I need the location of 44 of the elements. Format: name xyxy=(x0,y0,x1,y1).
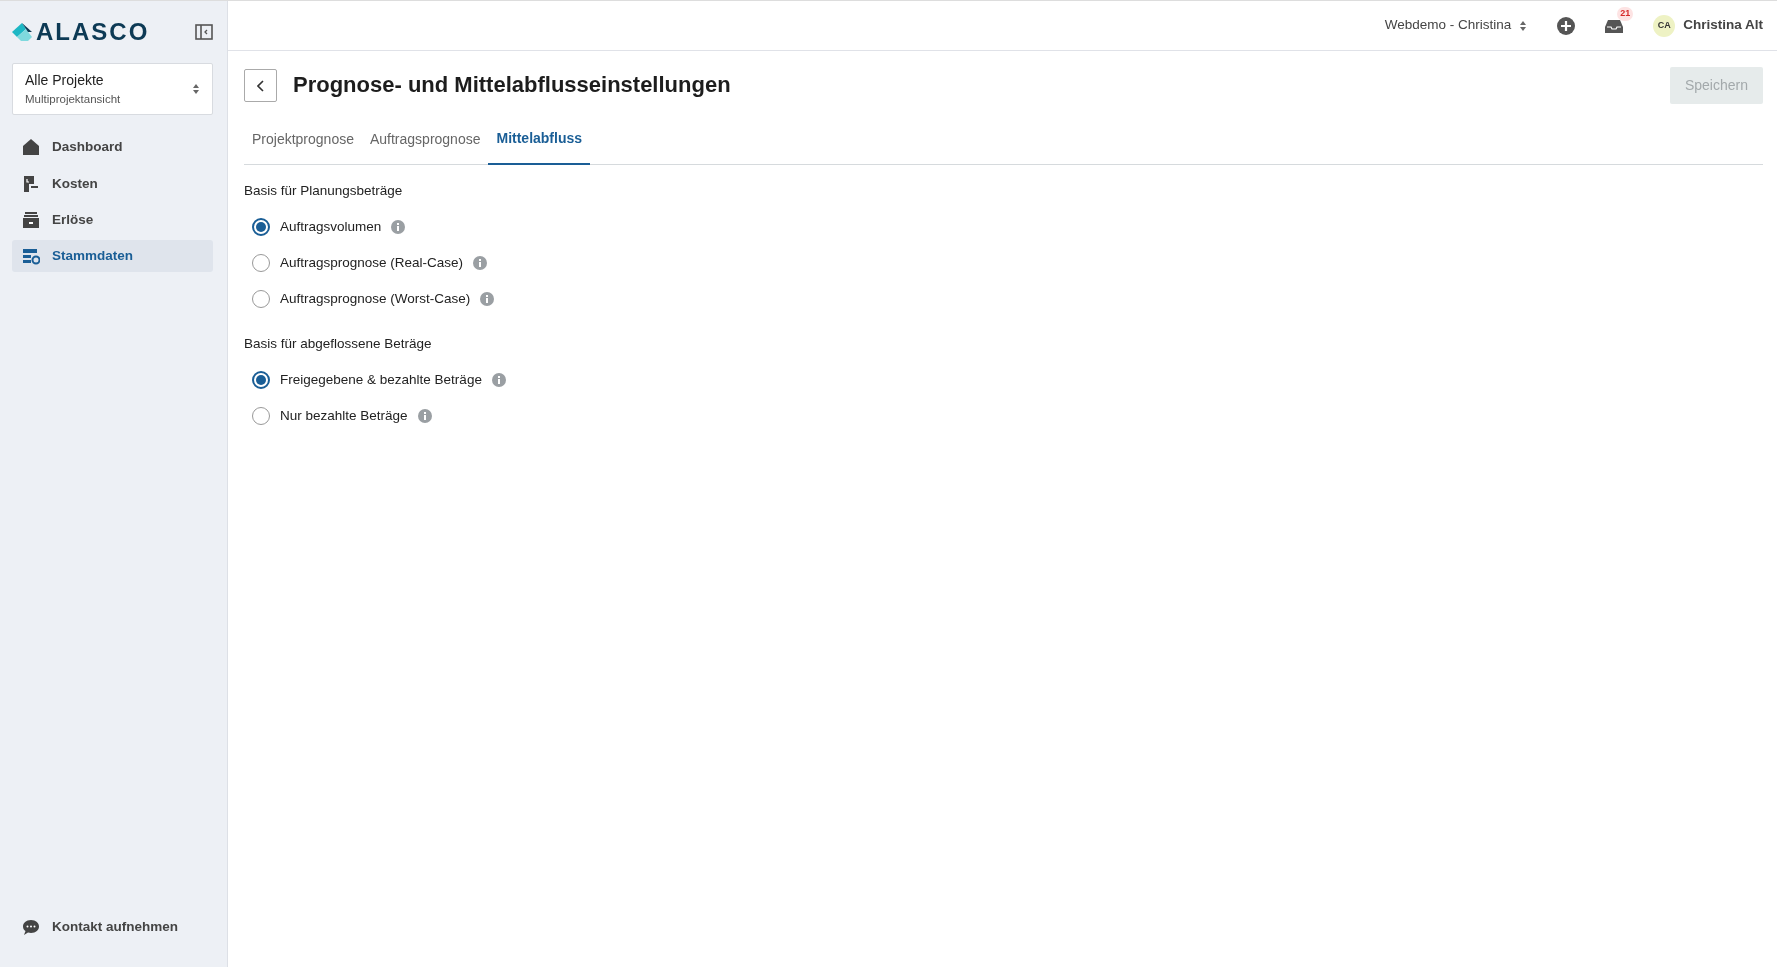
back-icon xyxy=(256,79,265,92)
sort-arrows-icon xyxy=(1519,19,1528,32)
info-icon[interactable] xyxy=(480,292,495,307)
tab[interactable]: Auftragsprognose xyxy=(361,118,489,165)
radio-button[interactable] xyxy=(252,217,270,236)
radio-label[interactable]: Auftragsprognose (Worst-Case) xyxy=(280,289,471,310)
sidebar-item[interactable]: Dashboard xyxy=(12,131,213,164)
radio-label[interactable]: Freigegebene & bezahlte Beträge xyxy=(280,369,482,390)
tab[interactable]: Projektprognose xyxy=(244,118,362,165)
project-selector[interactable]: Alle Projekte Multiprojektansicht xyxy=(12,63,213,116)
back-button[interactable] xyxy=(244,69,277,102)
logo-icon xyxy=(12,23,32,41)
workspace-selector[interactable]: Webdemo - Christina xyxy=(1384,15,1512,36)
contact-link[interactable]: Kontakt aufnehmen xyxy=(12,910,213,943)
notification-count: 21 xyxy=(1617,7,1634,21)
section-heading: Basis für abgeflossene Beträge xyxy=(244,334,433,353)
info-icon[interactable] xyxy=(491,372,506,387)
chat-icon xyxy=(22,917,40,936)
inbox-icon[interactable] xyxy=(1605,18,1624,35)
collapse-sidebar-icon[interactable] xyxy=(195,24,213,40)
drawer-icon xyxy=(22,210,40,229)
sort-arrows-icon xyxy=(192,83,200,96)
tab[interactable]: Mittelabfluss xyxy=(488,118,591,165)
table-gear-icon xyxy=(22,247,40,266)
section-heading: Basis für Planungsbeträge xyxy=(244,181,404,200)
radio-button[interactable] xyxy=(252,254,270,273)
radio-label[interactable]: Auftragsvolumen xyxy=(280,216,382,237)
sidebar-item[interactable]: Erlöse xyxy=(12,203,213,236)
radio-label[interactable]: Nur bezahlte Beträge xyxy=(280,406,408,427)
add-icon[interactable] xyxy=(1557,16,1576,35)
radio-button[interactable] xyxy=(252,370,270,389)
radio-button[interactable] xyxy=(252,290,270,309)
logo-text: ALASCO xyxy=(36,17,150,47)
sidebar-item[interactable]: Stammdaten xyxy=(12,240,213,273)
user-name[interactable]: Christina Alt xyxy=(1683,15,1763,36)
sidebar-item[interactable]: Kosten xyxy=(12,167,213,200)
info-icon[interactable] xyxy=(391,219,406,234)
user-avatar[interactable]: CA xyxy=(1653,14,1676,37)
radio-button[interactable] xyxy=(252,407,270,426)
radio-label[interactable]: Auftragsprognose (Real-Case) xyxy=(280,253,464,274)
info-icon[interactable] xyxy=(417,409,432,424)
home-icon xyxy=(22,138,40,157)
page-title: Prognose- und Mittelabflusseinstellungen xyxy=(293,72,731,99)
info-icon[interactable] xyxy=(473,256,488,271)
